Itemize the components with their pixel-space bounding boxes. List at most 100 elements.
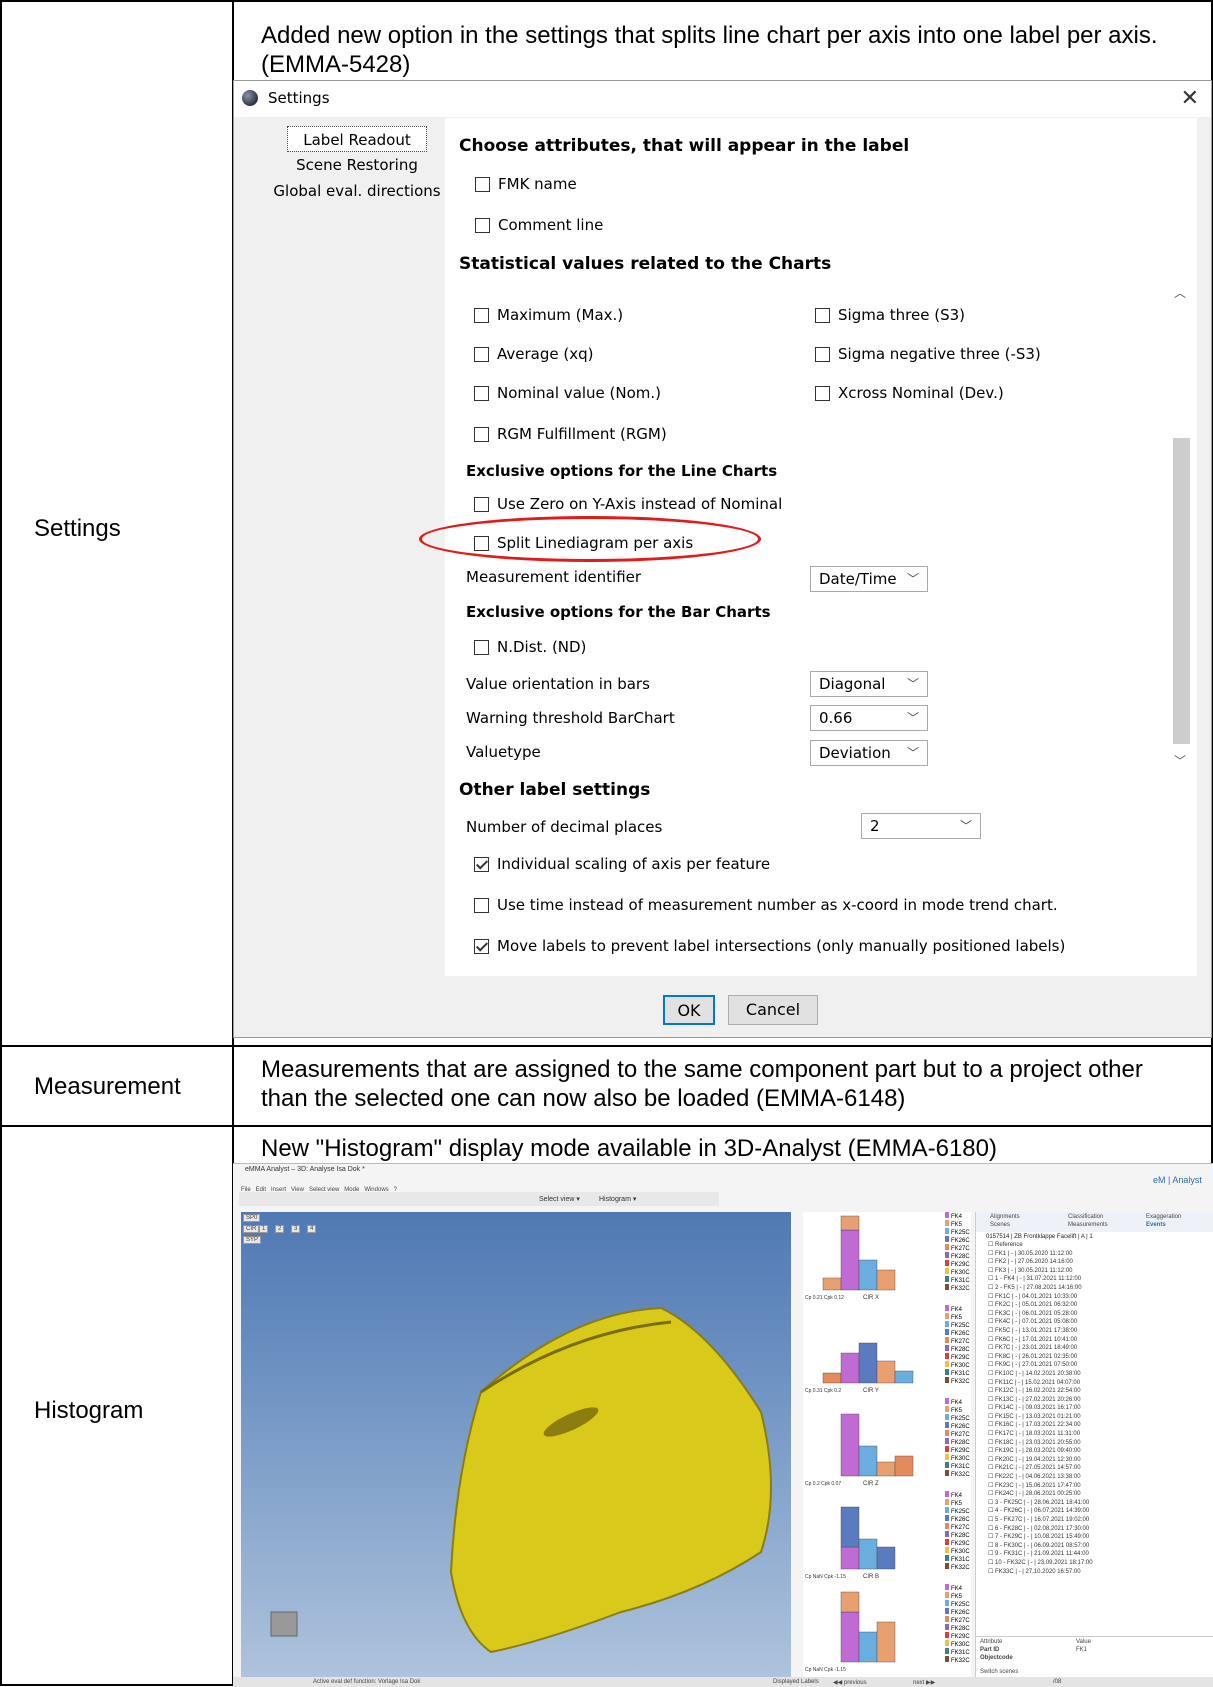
tree-item[interactable]: ☐ 5 - FK27C | - | 16.07.2021 19:02:00	[988, 1516, 1210, 1525]
tree-item[interactable]: ☐ 1 - FK4 | - | 31.07.2021 11:12:00	[988, 1275, 1210, 1284]
checkbox-box[interactable]	[474, 386, 489, 401]
checkbox-nominal-value[interactable]: Nominal value (Nom.)	[474, 384, 661, 402]
tree-item[interactable]: ☐ FK12C | - | 16.02.2021 22:54:00	[988, 1387, 1210, 1396]
value-orientation-select[interactable]: Diagonal ﹀	[810, 671, 928, 697]
nav-scene-restoring[interactable]: Scene Restoring	[273, 152, 441, 178]
decimal-places-select[interactable]: 2 ﹀	[861, 813, 981, 839]
valuetype-select[interactable]: Deviation ﹀	[810, 740, 928, 766]
tree-item[interactable]: ☐ FK2C | - | 05.01.2021 06:32:00	[988, 1301, 1210, 1310]
panel-tab[interactable]: Measurements	[1068, 1222, 1108, 1228]
tree-item[interactable]: ☐ FK24C | - | 28.06.2021 00:25:00	[988, 1490, 1210, 1499]
measurement-identifier-select[interactable]: Date/Time ﹀	[810, 566, 928, 592]
tree-item[interactable]: ☐ FK23C | - | 15.06.2021 17:47:00	[988, 1482, 1210, 1491]
tree-item[interactable]: ☐ FK10C | - | 14.02.2021 20:38:00	[988, 1370, 1210, 1379]
histogram-mode-dropdown[interactable]: Histogram ▾	[599, 1195, 636, 1203]
tree-item[interactable]: ☐ 9 - FK31C | - | 21.09.2021 11:44:00	[988, 1550, 1210, 1559]
checkbox-zero-y-axis[interactable]: Use Zero on Y-Axis instead of Nominal	[474, 495, 782, 513]
checkbox-box[interactable]	[474, 427, 489, 442]
checkbox-sigma-three[interactable]: Sigma three (S3)	[815, 306, 965, 324]
tree-item[interactable]: ☐ FK17C | - | 18.03.2021 11:31:00	[988, 1430, 1210, 1439]
checkbox-box[interactable]	[474, 939, 489, 954]
next-button[interactable]: next ▶▶	[913, 1679, 935, 1686]
tree-item[interactable]: ☐ FK1 | - | 30.05.2020 11:12:00	[988, 1250, 1210, 1259]
tree-item[interactable]: ☐ FK13C | - | 27.02.2021 20:26:00	[988, 1396, 1210, 1405]
checkbox-fmk-name[interactable]: FMK name	[475, 175, 577, 193]
histogram-bar	[876, 1621, 896, 1663]
checkbox-box[interactable]	[474, 308, 489, 323]
warning-threshold-select[interactable]: 0.66 ﹀	[810, 705, 928, 731]
checkbox-box[interactable]	[475, 177, 490, 192]
tree-root[interactable]: 0157514 | ZB Frontklappe Facelift | A | …	[986, 1234, 1093, 1240]
nav-global-eval-directions[interactable]: Global eval. directions	[273, 178, 441, 204]
tree-item[interactable]: ☐ 8 - FK30C | - | 06.09.2021 08:57:00	[988, 1542, 1210, 1551]
tree-item[interactable]: ☐ FK8C | - | 26.01.2021 02:35:00	[988, 1353, 1210, 1362]
tree-item[interactable]: ☐ 4 - FK26C | - | 06.07.2021 14:39:00	[988, 1507, 1210, 1516]
tree-item[interactable]: ☐ Reference	[988, 1241, 1210, 1250]
legend-item: FK26C	[945, 1608, 970, 1616]
legend-swatch	[945, 1276, 949, 1282]
panel-tab[interactable]: Events	[1146, 1222, 1166, 1228]
tree-item[interactable]: ☐ FK33C | - | 27.10.2020 16:57:00	[988, 1568, 1210, 1577]
scroll-up-icon[interactable]: ︿	[1174, 284, 1186, 301]
checkbox-comment-line[interactable]: Comment line	[475, 216, 603, 234]
previous-button[interactable]: ◀◀ previous	[833, 1679, 867, 1686]
panel-tab[interactable]: Exaggeration	[1146, 1214, 1181, 1220]
ok-button[interactable]: OK	[663, 995, 715, 1025]
tree-item[interactable]: ☐ FK22C | - | 04.06.2021 13:38:00	[988, 1473, 1210, 1482]
tree-item[interactable]: ☐ FK11C | - | 15.02.2021 04:07:00	[988, 1379, 1210, 1388]
tree-item[interactable]: ☐ FK4C | - | 07.01.2021 05:08:00	[988, 1318, 1210, 1327]
tree-item[interactable]: ☐ FK9C | - | 27.01.2021 07:50:00	[988, 1361, 1210, 1370]
checkbox-sigma-neg-three[interactable]: Sigma negative three (-S3)	[815, 345, 1041, 363]
nav-label-readout[interactable]: Label Readout	[287, 126, 427, 152]
panel-tab[interactable]: Alignments	[990, 1214, 1020, 1220]
3d-viewport[interactable]: SP0 CIR 1 2 3 4 SYP	[241, 1212, 791, 1677]
checkbox-individual-scaling[interactable]: Individual scaling of axis per feature	[474, 855, 770, 873]
tree-item[interactable]: ☐ FK16C | - | 17.03.2021 22:34:00	[988, 1421, 1210, 1430]
tree-item[interactable]: ☐ FK21C | - | 27.05.2021 14:57:00	[988, 1464, 1210, 1473]
tree-item[interactable]: ☐ FK5C | - | 13.01.2021 17:38:00	[988, 1327, 1210, 1336]
tree-item[interactable]: ☐ FK14C | - | 09.03.2021 16:17:00	[988, 1404, 1210, 1413]
checkbox-box[interactable]	[474, 347, 489, 362]
scroll-thumb[interactable]	[1173, 438, 1190, 744]
checkbox-move-labels[interactable]: Move labels to prevent label intersectio…	[474, 937, 1065, 955]
tree-item[interactable]: ☐ FK6C | - | 17.01.2021 10:41:00	[988, 1336, 1210, 1345]
checkbox-box[interactable]	[474, 898, 489, 913]
legend-swatch	[945, 1499, 949, 1505]
tree-item[interactable]: ☐ FK1C | - | 04.01.2021 10:33:00	[988, 1293, 1210, 1302]
tree-item[interactable]: ☐ FK3 | - | 30.05.2021 11:12:00	[988, 1267, 1210, 1276]
checkbox-box[interactable]	[815, 386, 830, 401]
tree-item[interactable]: ☐ 7 - FK29C | - | 10.08.2021 15:49:00	[988, 1533, 1210, 1542]
checkbox-rgm[interactable]: RGM Fulfillment (RGM)	[474, 425, 667, 443]
close-icon[interactable]: ✕	[1181, 86, 1199, 111]
checkbox-use-time[interactable]: Use time instead of measurement number a…	[474, 896, 1058, 914]
tree-item[interactable]: ☐ FK20C | - | 19.04.2021 12:30:00	[988, 1456, 1210, 1465]
select-view-dropdown[interactable]: Select view ▾	[539, 1195, 580, 1203]
tree-item[interactable]: ☐ FK2 | - | 27.06.2020 14:16:00	[988, 1258, 1210, 1267]
tree-item[interactable]: ☐ 10 - FK32C | - | 23.09.2021 18:17:00	[988, 1559, 1210, 1568]
tree-item[interactable]: ☐ FK7C | - | 23.01.2021 18:49:00	[988, 1344, 1210, 1353]
tree-item[interactable]: ☐ FK15C | - | 13.03.2021 01:21:00	[988, 1413, 1210, 1422]
highlight-ellipse	[419, 516, 761, 562]
panel-scrollbar[interactable]: ︿ ﹀	[1171, 278, 1191, 768]
tree-item[interactable]: ☐ FK18C | - | 23.03.2021 20:55:00	[988, 1439, 1210, 1448]
cancel-button[interactable]: Cancel	[728, 995, 818, 1025]
tree-item[interactable]: ☐ 3 - FK25C | - | 28.06.2021 18:41:00	[988, 1499, 1210, 1508]
panel-tab[interactable]: Scenes	[990, 1222, 1010, 1228]
tree-item[interactable]: ☐ 2 - FK5 | - | 27.08.2021 14:16:00	[988, 1284, 1210, 1293]
checkbox-maximum[interactable]: Maximum (Max.)	[474, 306, 623, 324]
checkbox-ndist[interactable]: N.Dist. (ND)	[474, 638, 586, 656]
checkbox-box[interactable]	[815, 347, 830, 362]
panel-tab[interactable]: Classification	[1068, 1214, 1103, 1220]
histogram-bar	[840, 1591, 860, 1613]
tree-item[interactable]: ☐ FK3C | - | 06.01.2021 05:28:00	[988, 1310, 1210, 1319]
checkbox-box[interactable]	[815, 308, 830, 323]
checkbox-box[interactable]	[475, 218, 490, 233]
checkbox-xcross-nominal[interactable]: Xcross Nominal (Dev.)	[815, 384, 1004, 402]
checkbox-average[interactable]: Average (xq)	[474, 345, 593, 363]
checkbox-box[interactable]	[474, 497, 489, 512]
scroll-down-icon[interactable]: ﹀	[1174, 752, 1186, 769]
tree-item[interactable]: ☐ FK19C | - | 28.03.2021 09:40:00	[988, 1447, 1210, 1456]
checkbox-box[interactable]	[474, 640, 489, 655]
tree-item[interactable]: ☐ 6 - FK28C | - | 02.08.2021 17:30:00	[988, 1525, 1210, 1534]
checkbox-box[interactable]	[474, 857, 489, 872]
